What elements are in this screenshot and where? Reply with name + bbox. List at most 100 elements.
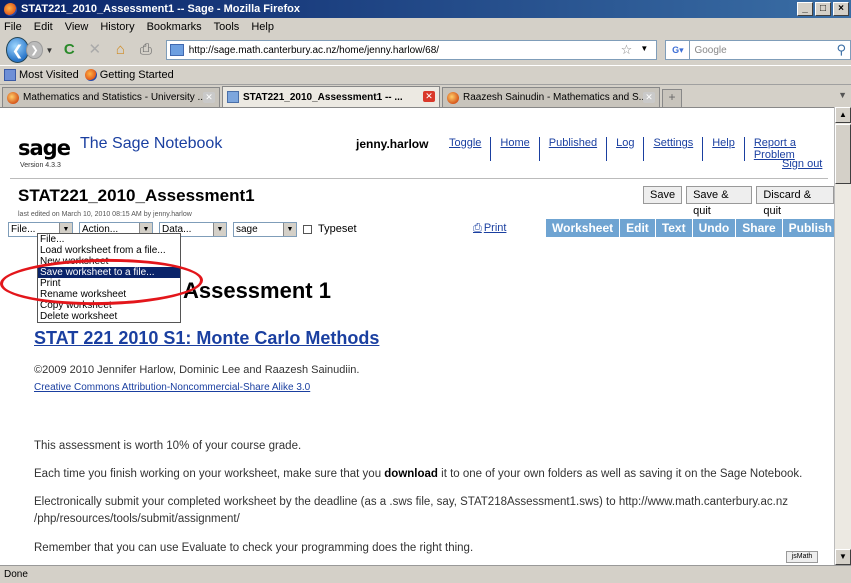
url-dropdown-icon[interactable]: ▼: [640, 44, 648, 53]
paragraph-text: it to one of your own folders as well as…: [437, 468, 803, 480]
tab-edit[interactable]: Edit: [620, 219, 655, 237]
forward-icon[interactable]: ❯: [26, 41, 43, 59]
search-engine-google-icon[interactable]: G▾: [665, 40, 691, 60]
jsmath-button[interactable]: jsMath: [786, 551, 818, 563]
sage-logo[interactable]: sage: [18, 136, 71, 160]
discard-quit-button[interactable]: Discard & quit: [756, 186, 834, 217]
page-viewport: sage The Sage Notebook Version 4.3.3 jen…: [0, 107, 834, 565]
chevron-down-icon: ▼: [213, 222, 226, 236]
bookmark-label: Getting Started: [99, 69, 174, 81]
menu-bookmarks[interactable]: Bookmarks: [147, 21, 202, 33]
menu-tools[interactable]: Tools: [214, 21, 240, 33]
header-divider: [10, 178, 828, 179]
print-label: Print: [483, 222, 507, 234]
site-favicon-icon: [169, 44, 184, 56]
tab-stat221-assessment[interactable]: STAT221_2010_Assessment1 -- ... ✕: [222, 86, 440, 107]
tab-text[interactable]: Text: [655, 219, 692, 237]
system-select[interactable]: sage ▼: [233, 221, 297, 237]
file-menu-dropdown: File... Load worksheet from a file... Ne…: [37, 233, 181, 323]
download-emphasis: download: [384, 468, 438, 480]
tab-undo[interactable]: Undo: [692, 219, 736, 237]
window-title-bar: STAT221_2010_Assessment1 -- Sage - Mozil…: [0, 0, 851, 18]
close-tab-icon[interactable]: ✕: [203, 92, 215, 103]
menu-view[interactable]: View: [65, 21, 89, 33]
tab-publish[interactable]: Publish: [782, 219, 834, 237]
status-bar: Done: [0, 565, 851, 583]
link-settings[interactable]: Settings: [644, 137, 704, 161]
search-input[interactable]: Google ⚲: [690, 40, 851, 60]
address-bar[interactable]: http://sage.math.canterbury.ac.nz/home/j…: [165, 40, 658, 60]
file-menu-item-save-to-file[interactable]: Save worksheet to a file...: [38, 267, 180, 278]
tab-label: STAT221_2010_Assessment1 -- ...: [243, 91, 403, 103]
bookmarks-toolbar: Most Visited Getting Started: [0, 65, 851, 85]
paragraph-download: Each time you finish working on your wor…: [34, 466, 824, 483]
close-tab-icon[interactable]: ✕: [423, 91, 435, 102]
close-tab-icon[interactable]: ✕: [643, 92, 655, 103]
menu-help[interactable]: Help: [251, 21, 274, 33]
navigation-toolbar: ❮ ❯ ▼ C ✕ ⌂ ⎙ http://sage.math.canterbur…: [0, 35, 851, 65]
file-select-value: File...: [11, 223, 36, 235]
tab-list-icon[interactable]: ▼: [838, 90, 847, 100]
tab-worksheet[interactable]: Worksheet: [546, 219, 620, 237]
save-quit-button[interactable]: Save & quit: [686, 186, 753, 217]
reload-icon[interactable]: C: [59, 39, 79, 61]
maximize-button[interactable]: □: [815, 2, 831, 16]
username: jenny.harlow: [356, 137, 429, 151]
bookmark-label: Most Visited: [19, 69, 79, 81]
menu-file[interactable]: File: [4, 21, 22, 33]
scroll-down-icon[interactable]: ▼: [835, 549, 851, 565]
file-menu-item-print[interactable]: Print: [38, 278, 180, 289]
bookmark-most-visited[interactable]: Most Visited: [4, 69, 79, 81]
history-dropdown-icon[interactable]: ▼: [46, 46, 54, 55]
license-link[interactable]: Creative Commons Attribution-Noncommerci…: [34, 382, 310, 393]
file-menu-item-file[interactable]: File...: [38, 234, 180, 245]
bookmark-star-icon[interactable]: ☆: [621, 42, 633, 58]
new-tab-button[interactable]: +: [662, 89, 682, 107]
scroll-thumb[interactable]: [835, 124, 851, 184]
magnifier-icon[interactable]: ⚲: [836, 42, 846, 58]
file-menu-item-rename[interactable]: Rename worksheet: [38, 289, 180, 300]
worksheet-title[interactable]: STAT221_2010_Assessment1: [18, 186, 255, 206]
tab-raazesh-sainudin[interactable]: Raazesh Sainudin - Mathematics and S... …: [442, 87, 660, 107]
window-title: STAT221_2010_Assessment1 -- Sage - Mozil…: [21, 3, 300, 15]
scroll-up-icon[interactable]: ▲: [835, 107, 851, 123]
paragraph-evaluate: Remember that you can use Evaluate to ch…: [34, 542, 474, 554]
tab-share[interactable]: Share: [736, 219, 782, 237]
tab-label: Mathematics and Statistics - University …: [23, 92, 206, 103]
print-icon[interactable]: ⎙: [136, 39, 156, 61]
sage-version: Version 4.3.3: [20, 162, 61, 169]
url-text: http://sage.math.canterbury.ac.nz/home/j…: [188, 44, 440, 56]
paragraph-submit: Electronically submit your completed wor…: [34, 496, 788, 525]
stop-icon[interactable]: ✕: [85, 39, 105, 61]
paragraph-text: Each time you finish working on your wor…: [34, 468, 385, 480]
file-menu-item-new[interactable]: New worksheet: [38, 256, 180, 267]
save-button[interactable]: Save: [643, 186, 683, 204]
link-toggle[interactable]: Toggle: [440, 137, 492, 161]
print-link[interactable]: ⎙ Print: [473, 222, 506, 235]
home-icon[interactable]: ⌂: [111, 39, 131, 61]
link-help[interactable]: Help: [703, 137, 745, 161]
link-published[interactable]: Published: [540, 137, 608, 161]
file-menu-item-copy[interactable]: Copy worksheet: [38, 300, 180, 311]
menu-history[interactable]: History: [100, 21, 134, 33]
minimize-button[interactable]: _: [797, 2, 813, 16]
typeset-checkbox[interactable]: [303, 224, 312, 234]
typeset-label: Typeset: [318, 223, 357, 235]
top-links: Toggle Home Published Log Settings Help …: [440, 137, 834, 161]
close-button[interactable]: ×: [833, 2, 849, 16]
bookmark-getting-started[interactable]: Getting Started: [84, 69, 174, 81]
link-home[interactable]: Home: [491, 137, 540, 161]
course-subheading-link[interactable]: STAT 221 2010 S1: Monte Carlo Methods: [34, 328, 379, 349]
file-menu-item-load[interactable]: Load worksheet from a file...: [38, 245, 180, 256]
file-menu-item-delete[interactable]: Delete worksheet: [38, 311, 180, 322]
chevron-down-icon: ▼: [283, 222, 296, 236]
link-sign-out[interactable]: Sign out: [782, 158, 822, 170]
menu-edit[interactable]: Edit: [34, 21, 53, 33]
sage-notebook-title[interactable]: The Sage Notebook: [80, 135, 222, 153]
link-log[interactable]: Log: [607, 137, 645, 161]
firefox-icon: [84, 69, 97, 81]
vertical-scrollbar[interactable]: ▲ ▼: [834, 107, 851, 565]
university-favicon-icon: [447, 91, 459, 104]
university-favicon-icon: [7, 91, 19, 104]
tab-mathematics-statistics[interactable]: Mathematics and Statistics - University …: [2, 87, 220, 107]
